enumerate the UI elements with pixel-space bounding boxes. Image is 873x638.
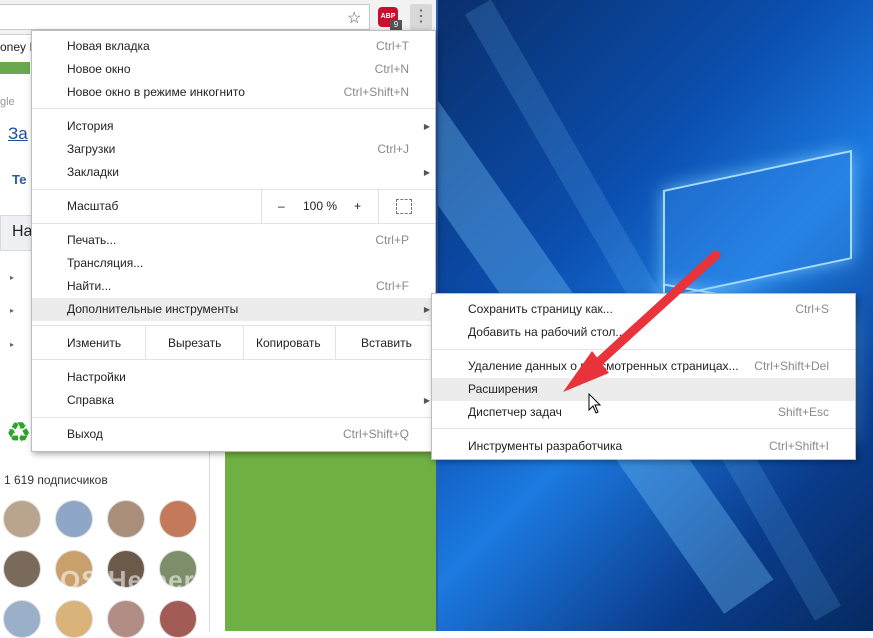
mouse-cursor-icon: [588, 393, 602, 414]
annotation-arrow: [563, 250, 721, 392]
